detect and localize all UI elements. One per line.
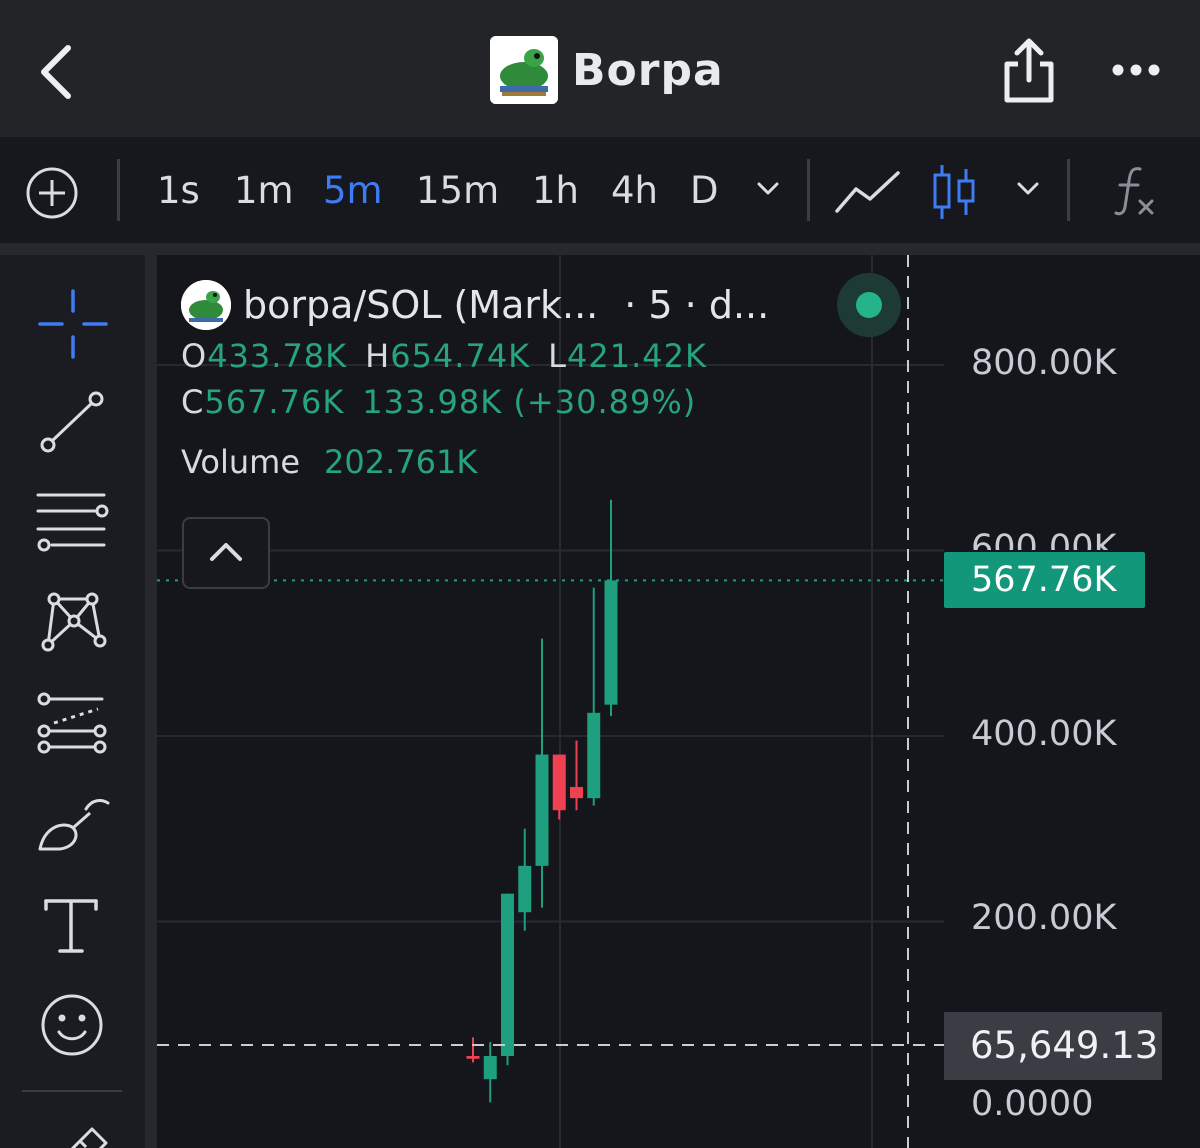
symbol-logo <box>181 280 231 330</box>
crosshair-tool[interactable] <box>30 285 116 365</box>
back-button[interactable] <box>30 40 90 100</box>
symbol-interval: · 5 · d... <box>624 283 770 327</box>
chart-type-dropdown[interactable] <box>1013 173 1043 203</box>
timeframe-5m[interactable]: 5m <box>323 165 383 217</box>
horizontal-lines-icon <box>36 493 109 552</box>
candle-body <box>604 580 618 705</box>
share-icon <box>1004 38 1054 103</box>
timeframe-1m[interactable]: 1m <box>234 165 294 217</box>
high-label: H <box>365 337 391 375</box>
timeframe-1s[interactable]: 1s <box>157 165 200 217</box>
timeframe-4h[interactable]: 4h <box>611 165 658 217</box>
crosshair-icon <box>38 289 108 359</box>
more-options-button[interactable] <box>1106 52 1166 88</box>
projection-tool[interactable] <box>30 685 116 765</box>
close-label: C <box>181 383 205 421</box>
change-value: 133.98K (+30.89%) <box>362 383 697 421</box>
price-axis-label: 0.0000 <box>971 1084 1094 1124</box>
chart-legend: borpa/SOL (Mark... · 5 · d... O433.78K H6… <box>181 277 769 481</box>
toolbar-divider <box>117 159 120 221</box>
timeframe-1h[interactable]: 1h <box>532 165 579 217</box>
line-chart-button[interactable] <box>834 165 902 217</box>
volume-value: 202.761K <box>324 443 478 481</box>
candle-body <box>483 1055 497 1080</box>
price-axis-label: 200.00K <box>971 898 1117 938</box>
candlestick-icon <box>933 165 975 219</box>
price-axis-label: 800.00K <box>971 343 1117 383</box>
drawing-tools-sidebar <box>0 255 145 1148</box>
candle-body <box>518 865 532 913</box>
ruler-tool[interactable] <box>30 1115 116 1148</box>
timeframe-15m[interactable]: 15m <box>416 165 499 217</box>
sidebar-divider <box>22 1090 122 1092</box>
panel-separator <box>0 243 1200 255</box>
chart-toolbar: 1s 1m 5m 15m 1h 4h D <box>0 137 1200 243</box>
emoji-icon <box>41 994 103 1056</box>
chevron-down-icon <box>757 182 779 195</box>
chevron-down-icon <box>1017 182 1039 195</box>
emoji-tool[interactable] <box>30 985 116 1065</box>
function-icon <box>1114 167 1154 216</box>
candle-body <box>535 754 549 866</box>
token-header: Borpa <box>490 36 724 104</box>
timeframe-d[interactable]: D <box>690 165 719 217</box>
symbol-name[interactable]: borpa/SOL (Mark... <box>243 283 598 327</box>
ohlc-row-2: C567.76K 133.98K (+30.89%) <box>181 379 769 425</box>
trend-line-icon <box>40 391 104 453</box>
projection-icon <box>37 692 107 754</box>
brush-icon <box>38 799 110 851</box>
market-open-dot <box>856 292 882 318</box>
ruler-icon <box>70 1127 108 1148</box>
page-title: Borpa <box>572 44 724 96</box>
open-label: O <box>181 337 208 375</box>
add-indicator-button[interactable] <box>24 165 80 221</box>
top-nav-bar: Borpa <box>0 0 1200 137</box>
candlestick-chart-button[interactable] <box>930 163 978 221</box>
candles <box>466 499 618 1103</box>
close-value: 567.76K <box>204 383 345 421</box>
more-horizontal-icon <box>1112 64 1160 76</box>
toolbar-divider <box>1067 159 1070 221</box>
chevron-up-icon <box>210 543 242 561</box>
line-chart-icon <box>835 171 900 213</box>
pane-separator <box>145 255 157 1148</box>
timeframe-dropdown[interactable] <box>753 173 783 203</box>
pattern-tool[interactable] <box>30 583 116 663</box>
pattern-icon <box>41 592 107 652</box>
price-axis-label: 600.00K <box>971 528 1117 550</box>
chevron-left-icon <box>41 45 71 99</box>
trend-line-tool[interactable] <box>30 383 116 463</box>
volume-label: Volume <box>181 443 301 481</box>
candle-body <box>570 787 583 799</box>
low-value: 421.42K <box>566 337 707 375</box>
volume-row: Volume 202.761K <box>181 443 769 481</box>
low-label: L <box>548 337 567 375</box>
horizontal-lines-tool[interactable] <box>30 483 116 563</box>
candle-body <box>552 754 566 811</box>
toolbar-divider <box>807 159 810 221</box>
share-button[interactable] <box>998 36 1060 106</box>
price-chart[interactable]: borpa/SOL (Mark... · 5 · d... O433.78K H6… <box>157 255 1200 1148</box>
last-price-tag: 567.76K <box>944 552 1145 608</box>
market-status-indicator <box>837 273 901 337</box>
crosshair-price-tag: 65,649.13 <box>944 1012 1162 1080</box>
price-axis-label: 400.00K <box>971 714 1117 754</box>
high-value: 654.74K <box>390 337 531 375</box>
text-tool[interactable] <box>30 887 116 967</box>
indicators-button[interactable] <box>1110 163 1158 219</box>
plus-circle-icon <box>26 167 78 219</box>
brush-tool[interactable] <box>30 785 116 865</box>
token-logo <box>490 36 558 104</box>
candle-body <box>587 712 601 799</box>
collapse-legend-button[interactable] <box>182 517 270 589</box>
text-icon <box>44 899 98 953</box>
open-value: 433.78K <box>207 337 348 375</box>
ohlc-row-1: O433.78K H654.74K L421.42K <box>181 333 769 379</box>
candle-body <box>466 1055 480 1059</box>
candle-body <box>501 893 514 1056</box>
